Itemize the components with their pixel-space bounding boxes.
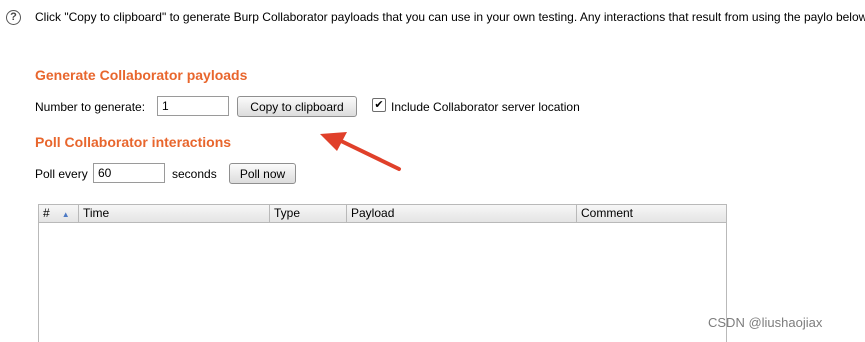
include-server-location-checkbox[interactable]: ✔ <box>372 98 386 112</box>
column-header-comment[interactable]: Comment <box>577 205 726 222</box>
poll-section-title: Poll Collaborator interactions <box>35 134 232 150</box>
column-header-time[interactable]: Time <box>79 205 270 222</box>
column-header-number[interactable]: # ▲ <box>39 205 79 222</box>
sort-ascending-icon: ▲ <box>61 210 70 219</box>
annotation-arrow <box>320 132 401 171</box>
number-to-generate-input[interactable] <box>157 96 229 116</box>
poll-every-label: Poll every <box>35 167 88 181</box>
watermark: CSDN @liushaojiax <box>708 315 823 330</box>
poll-now-button[interactable]: Poll now <box>229 163 296 184</box>
column-header-payload[interactable]: Payload <box>347 205 577 222</box>
poll-interval-input[interactable] <box>93 163 165 183</box>
help-icon[interactable]: ? <box>6 10 21 25</box>
include-server-location-label: Include Collaborator server location <box>391 100 580 114</box>
copy-to-clipboard-button[interactable]: Copy to clipboard <box>237 96 357 117</box>
seconds-label: seconds <box>172 167 217 181</box>
intro-text: Click "Copy to clipboard" to generate Bu… <box>35 10 865 24</box>
table-header: # ▲ Time Type Payload Comment <box>39 205 726 223</box>
column-header-type[interactable]: Type <box>270 205 347 222</box>
interactions-table: # ▲ Time Type Payload Comment <box>38 204 727 342</box>
generate-section-title: Generate Collaborator payloads <box>35 67 248 83</box>
number-to-generate-label: Number to generate: <box>35 100 146 114</box>
